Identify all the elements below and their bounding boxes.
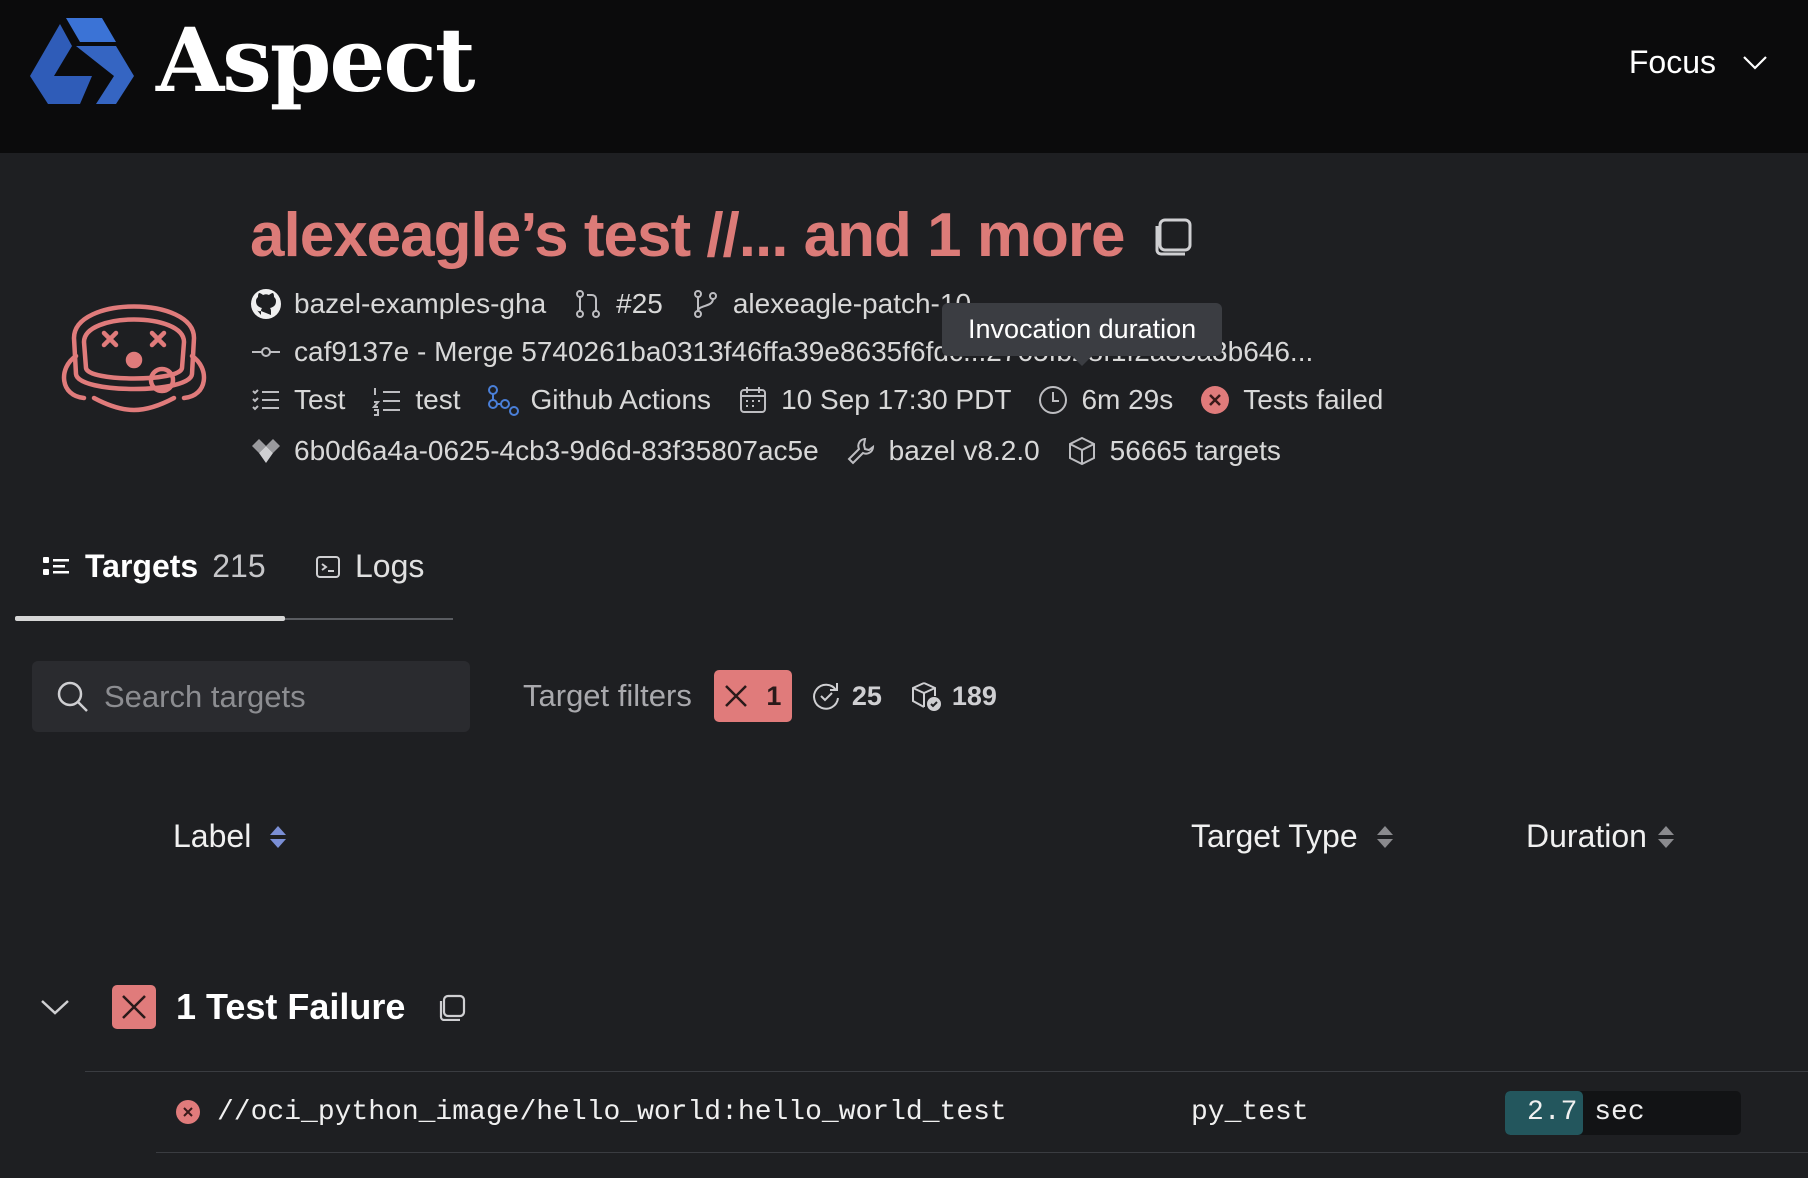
tab-targets[interactable]: Targets 215: [43, 548, 266, 585]
wrench-icon: [847, 437, 874, 465]
duration-item[interactable]: 6m 29s: [1037, 384, 1173, 416]
command-item: Test: [250, 384, 345, 416]
refresh-check-icon: [812, 683, 839, 710]
meta-row-build: 6b0d6a4a-0625-4cb3-9d6d-83f35807ac5e baz…: [250, 435, 1307, 467]
branch-link[interactable]: alexeagle-patch-10: [689, 288, 971, 320]
tab-targets-label: Targets: [85, 548, 199, 584]
error-circle-icon: [176, 1100, 200, 1124]
commit-icon: [252, 347, 280, 357]
duration-label: 2.7 sec: [1527, 1097, 1645, 1128]
chevron-down-icon[interactable]: [40, 998, 70, 1016]
search-box[interactable]: [32, 661, 470, 732]
column-header-label[interactable]: Label: [173, 818, 287, 855]
duration-text: 6m 29s: [1081, 384, 1174, 415]
github-icon: [251, 289, 281, 319]
pr-number: #25: [616, 288, 663, 319]
close-icon: [725, 685, 748, 707]
ordered-list-icon: [372, 388, 401, 416]
filter-cached-count: 25: [851, 680, 882, 711]
repo-name: bazel-examples-gha: [294, 288, 547, 319]
test-failure-group: 1 Test Failure: [40, 985, 467, 1029]
filters-label: Target filters: [523, 678, 692, 713]
pr-link[interactable]: #25: [572, 288, 663, 320]
table-row[interactable]: //oci_python_image/hello_world:hello_wor…: [175, 1091, 1775, 1135]
aspect-logo-icon[interactable]: [30, 16, 134, 106]
filter-built-count: 189: [951, 680, 997, 711]
column-type-text: Target Type: [1191, 818, 1358, 854]
duration-bar: 2.7 sec: [1505, 1091, 1741, 1135]
top-bar: Aspect Focus: [0, 0, 1808, 153]
focus-label: Focus: [1628, 44, 1716, 80]
close-icon: [122, 995, 146, 1019]
meta-row-details: Test test Github Actions 10 Sep 17:30 PD…: [250, 384, 1409, 416]
package-check-icon: [911, 682, 941, 711]
duration-unit: sec: [1594, 1097, 1645, 1128]
column-duration-text: Duration: [1526, 818, 1647, 854]
status-text: Tests failed: [1243, 384, 1384, 415]
tab-targets-count: 215: [212, 548, 266, 584]
branch-name: alexeagle-patch-10: [732, 288, 972, 319]
tab-logs[interactable]: Logs: [315, 548, 424, 585]
active-tab-indicator: [15, 616, 285, 621]
list-icon: [43, 556, 69, 575]
failure-mascot-icon: [61, 304, 207, 413]
filter-built-chip[interactable]: 189: [910, 680, 997, 712]
github-actions-icon: [487, 385, 519, 416]
column-header-target-type[interactable]: Target Type: [1191, 818, 1394, 855]
terminal-icon: [316, 555, 340, 578]
package-icon: [1068, 436, 1095, 466]
duration-value: 2.7: [1527, 1097, 1578, 1128]
tab-bar: Targets 215 Logs: [15, 540, 453, 621]
focus-dropdown[interactable]: Focus: [1629, 44, 1768, 81]
failure-badge: [112, 985, 156, 1029]
targets-count-item: 56665 targets: [1066, 435, 1281, 467]
date-text: 10 Sep 17:30 PDT: [781, 384, 1012, 415]
role-text: test: [415, 384, 461, 415]
command-text: Test: [294, 384, 346, 415]
target-type: py_test: [1191, 1097, 1309, 1128]
calendar-icon: [740, 387, 767, 413]
invocation-id-item[interactable]: 6b0d6a4a-0625-4cb3-9d6d-83f35807ac5e: [250, 435, 819, 467]
copy-icon[interactable]: [1154, 216, 1194, 256]
brand-name[interactable]: Aspect: [156, 8, 476, 112]
filter-failed-chip[interactable]: 1: [713, 670, 792, 722]
filter-failed-count: 1: [766, 680, 782, 711]
role-item: test: [371, 384, 461, 416]
pull-request-icon: [576, 290, 601, 318]
repo-link[interactable]: bazel-examples-gha: [250, 288, 546, 320]
status-item: Tests failed: [1199, 384, 1383, 416]
copy-icon[interactable]: [439, 993, 467, 1021]
bazel-version-item: bazel v8.2.0: [845, 435, 1040, 467]
search-icon: [57, 681, 88, 712]
column-header-duration[interactable]: Duration: [1526, 818, 1675, 855]
group-title: 1 Test Failure: [176, 986, 406, 1027]
ci-item[interactable]: Github Actions: [487, 384, 712, 416]
sort-icon: [270, 825, 287, 848]
invocation-title: alexeagle’s test //... and 1 more: [250, 201, 1125, 270]
error-circle-icon: [1201, 386, 1230, 414]
target-label[interactable]: //oci_python_image/hello_world:hello_wor…: [217, 1097, 1007, 1128]
tab-logs-label: Logs: [355, 548, 425, 584]
bazel-icon: [252, 439, 280, 463]
branch-icon: [693, 290, 717, 318]
row-divider: [156, 1152, 1808, 1153]
date-item: 10 Sep 17:30 PDT: [737, 384, 1011, 416]
group-divider: [85, 1071, 1808, 1072]
filter-cached-chip[interactable]: 25: [810, 680, 882, 712]
meta-row-source: bazel-examples-gha #25 alexeagle-patch-1…: [250, 288, 997, 320]
clock-icon: [1039, 386, 1068, 414]
target-filters: Target filters 1 25 189: [523, 670, 997, 722]
invocation-title-row: alexeagle’s test //... and 1 more: [250, 200, 1194, 271]
ci-text: Github Actions: [530, 384, 712, 415]
chevron-down-icon: [1743, 55, 1767, 70]
duration-tooltip: Invocation duration: [942, 303, 1223, 366]
sort-icon: [1376, 825, 1393, 848]
invocation-id: 6b0d6a4a-0625-4cb3-9d6d-83f35807ac5e: [294, 435, 819, 466]
column-label-text: Label: [173, 818, 252, 854]
task-list-icon: [252, 389, 279, 411]
search-input[interactable]: [102, 677, 436, 716]
bazel-version: bazel v8.2.0: [888, 435, 1040, 466]
targets-count: 56665 targets: [1109, 435, 1281, 466]
sort-icon: [1657, 825, 1674, 848]
